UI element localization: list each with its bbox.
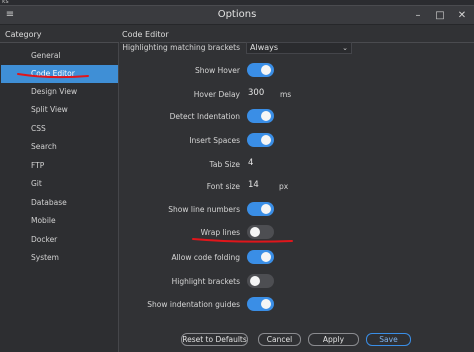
annotation-underline-code-editor xyxy=(17,73,89,79)
annotation-underline-wrap-lines xyxy=(192,238,293,243)
red-annotation-overlay xyxy=(17,73,293,243)
options-dialog: ≡ Options – □ ✕ Category Code Editor Gen… xyxy=(0,5,474,352)
